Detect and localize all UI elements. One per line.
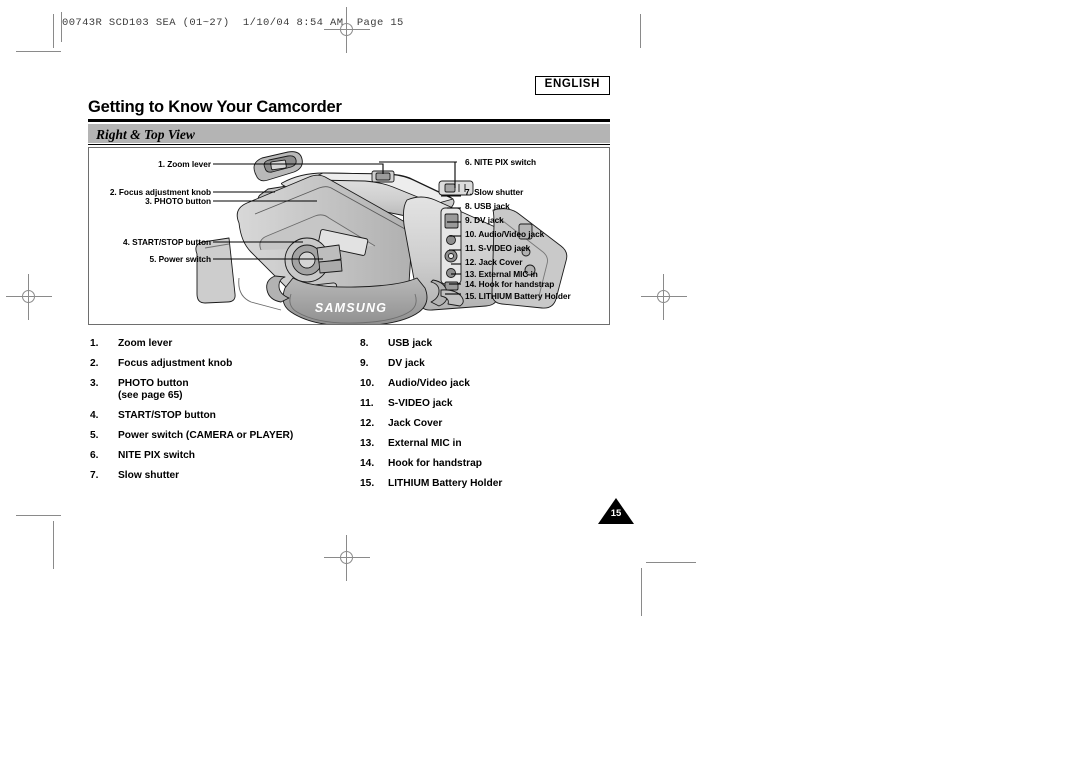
list-item: 9. DV jack (360, 358, 610, 370)
list-item: 6. NITE PIX switch (90, 450, 370, 462)
crop-mark-top-right-horizontal (640, 14, 641, 48)
page-number: 15 (610, 508, 622, 519)
list-item-label: External MIC in (388, 437, 462, 449)
list-item-number: 8. (360, 338, 369, 349)
list-item-number: 15. (360, 477, 375, 489)
list-item-label: Power switch (CAMERA or PLAYER) (118, 430, 294, 442)
page-number-badge: 15 (598, 498, 634, 528)
list-item-label: Audio/Video jack (388, 377, 470, 389)
parts-legend-column-right: 8. USB jack 9. DV jack 10. Audio/Video j… (360, 338, 610, 498)
list-item-number: 11. (360, 397, 374, 409)
list-item: 1. Zoom lever (90, 338, 370, 350)
callout-label-1: 1. Zoom lever (158, 159, 211, 169)
list-item-label: Hook for handstrap (388, 457, 482, 469)
list-item-number: 6. (90, 450, 99, 462)
illustration-frame: SAMSUNG 1. Zoom lever 2. Focus adjustmen… (88, 147, 610, 325)
section-title: Right & Top View (96, 127, 195, 142)
list-item-number: 12. (360, 417, 375, 429)
list-item-sublabel: (see page 65) (118, 390, 183, 402)
callout-label-14: 14. Hook for handstrap (465, 279, 555, 289)
list-item: 12. Jack Cover (360, 418, 610, 430)
parts-legend-column-left: 1. Zoom lever 2. Focus adjustment knob 3… (90, 338, 370, 490)
printer-slug-text: 00743R SCD103 SEA (01~27) 1/10/04 8:54 A… (62, 17, 404, 29)
list-item: 2. Focus adjustment knob (90, 358, 370, 370)
list-item-label: Slow shutter (118, 470, 180, 482)
samsung-brand-text: SAMSUNG (315, 301, 387, 315)
list-item-label: Jack Cover (388, 417, 443, 429)
language-badge: ENGLISH (534, 76, 610, 95)
callout-label-9: 9. DV jack (465, 215, 504, 225)
registration-mark-right (641, 274, 687, 320)
callout-label-15: 15. LITHIUM Battery Holder (465, 291, 571, 301)
list-item-label: USB jack (388, 338, 433, 349)
page-title: Getting to Know Your Camcorder (88, 98, 342, 116)
list-item: 13. External MIC in (360, 438, 610, 450)
list-item-label: START/STOP button (118, 410, 216, 422)
callout-label-8: 8. USB jack (465, 201, 510, 211)
list-item-label: DV jack (388, 357, 425, 369)
crop-mark-top-left-horizontal (16, 51, 61, 52)
list-item: 4. START/STOP button (90, 410, 370, 422)
section-divider (88, 144, 610, 145)
callout-label-13: 13. External MIC in (465, 269, 538, 279)
list-item-number: 13. (360, 437, 375, 449)
list-item-number: 9. (360, 357, 369, 369)
list-item-number: 5. (90, 430, 99, 442)
list-item-number: 7. (90, 470, 99, 482)
callout-label-10: 10. Audio/Video jack (465, 229, 545, 239)
list-item-number: 14. (360, 457, 375, 469)
section-header-bar: Right & Top View (88, 124, 610, 143)
list-item-number: 10. (360, 377, 375, 389)
list-item: 3. PHOTO button (see page 65) (90, 378, 370, 403)
title-divider (88, 119, 610, 122)
crop-mark-bottom-left-horizontal (16, 515, 61, 516)
list-item: 7. Slow shutter (90, 470, 370, 482)
callout-label-6: 6. NITE PIX switch (465, 157, 537, 167)
list-item: 5. Power switch (CAMERA or PLAYER) (90, 430, 370, 442)
list-item-label: NITE PIX switch (118, 450, 195, 462)
callout-label-5: 5. Power switch (149, 254, 212, 264)
list-item: 11. S-VIDEO jack (360, 398, 610, 410)
crop-mark-bottom-right-vertical (641, 568, 642, 616)
list-item-number: 3. (90, 377, 99, 389)
list-item-number: 1. (90, 338, 99, 349)
crop-mark-bottom-right-horizontal (646, 562, 696, 563)
list-item-number: 4. (90, 410, 99, 422)
list-item-number: 2. (90, 357, 99, 369)
list-item: 14. Hook for handstrap (360, 458, 610, 470)
registration-mark-left (6, 274, 52, 320)
registration-mark-bottom (324, 535, 370, 581)
callout-label-12: 12. Jack Cover (465, 257, 523, 267)
list-item-label: S-VIDEO jack (388, 397, 453, 409)
crop-mark-top-left-vertical (53, 14, 54, 48)
list-item-label: LITHIUM Battery Holder (388, 477, 503, 489)
list-item: 15. LITHIUM Battery Holder (360, 478, 610, 490)
camcorder-illustration: SAMSUNG 1. Zoom lever 2. Focus adjustmen… (89, 148, 609, 324)
callout-label-4: 4. START/STOP button (123, 237, 211, 247)
list-item: 8. USB jack (360, 338, 610, 350)
list-item: 10. Audio/Video jack (360, 378, 610, 390)
list-item-label: PHOTO button (118, 377, 189, 389)
callout-label-11: 11. S-VIDEO jack (465, 243, 531, 253)
callout-label-3: 3. PHOTO button (145, 196, 211, 206)
callout-label-7: 7. Slow shutter (465, 187, 524, 197)
list-item-label: Zoom lever (118, 338, 173, 349)
crop-mark-bottom-left-vertical (53, 521, 54, 569)
list-item-label: Focus adjustment knob (118, 357, 233, 369)
